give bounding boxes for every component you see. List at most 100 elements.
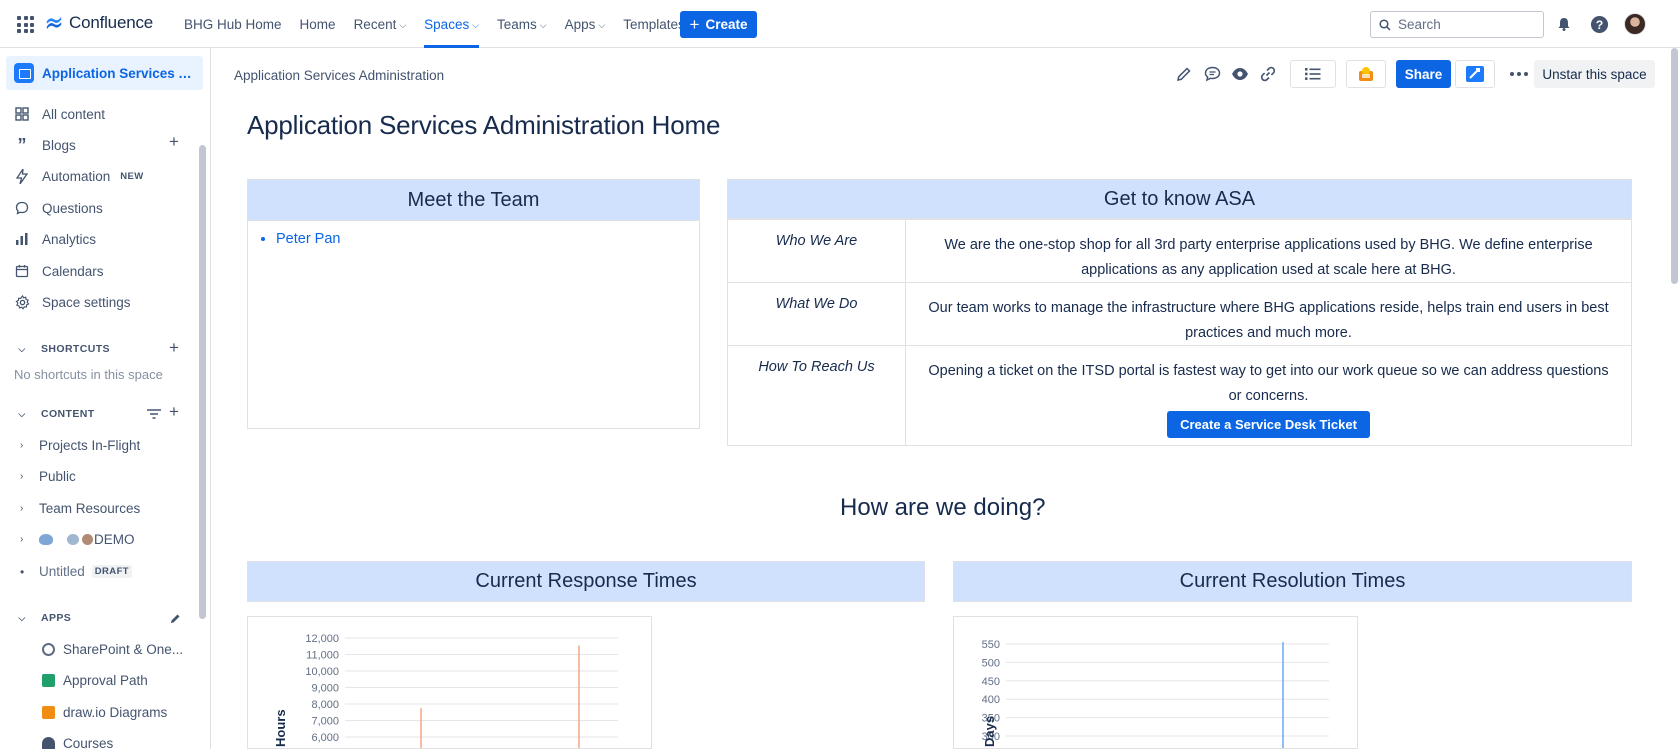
nav-label: Templates [623, 16, 685, 32]
sidebar-item-questions[interactable]: Questions [14, 198, 103, 218]
chevron-right-icon[interactable]: › [20, 534, 28, 545]
tree-item-untitled-draft[interactable]: • Untitled DRAFT [20, 564, 132, 579]
apps-section-header[interactable]: ⌵ APPS [13, 609, 71, 627]
sidebar-item-label: Calendars [42, 263, 104, 279]
nav-teams[interactable]: Teams ⌵ [488, 0, 556, 48]
link-icon[interactable] [1256, 62, 1280, 86]
notifications-bell-icon[interactable] [1554, 14, 1574, 34]
asa-heading: Get to know ASA [728, 180, 1631, 219]
app-approval-path[interactable]: Approval Path [42, 673, 148, 688]
team-member-link[interactable]: Peter Pan [276, 229, 699, 249]
sidebar-item-label: Blogs [42, 137, 76, 153]
tree-item-public[interactable]: › Public [20, 469, 76, 484]
chevron-down-icon[interactable]: ⌵ [13, 405, 31, 423]
search-input[interactable] [1398, 17, 1528, 32]
chevron-right-icon[interactable]: › [20, 440, 28, 451]
gear-icon [14, 294, 30, 310]
tree-item-demo[interactable]: › DEMO [20, 532, 135, 547]
asa-row-label: Who We Are [728, 220, 906, 282]
y-axis-label: Days [982, 716, 997, 747]
asa-row-who: Who We Are We are the one-stop shop for … [728, 219, 1631, 282]
add-shortcut-plus-icon[interactable]: + [169, 338, 179, 358]
main-nav: BHG Hub Home Home Recent ⌵ Spaces ⌵ Teams ⌵… [175, 0, 694, 48]
approval-path-icon [42, 674, 55, 687]
y-axis-label: Hours [273, 709, 288, 747]
app-courses[interactable]: Courses [42, 736, 113, 749]
sidebar-item-automation[interactable]: Automation NEW [14, 166, 144, 186]
page-scrollbar[interactable] [1671, 48, 1678, 284]
sharepoint-icon [42, 643, 55, 656]
content-heading: CONTENT [41, 408, 95, 420]
y-tick-label: 11,000 [306, 650, 339, 662]
chevron-right-icon[interactable]: › [20, 471, 28, 482]
content-section-header[interactable]: ⌵ CONTENT [13, 405, 95, 423]
sidebar-item-analytics[interactable]: Analytics [14, 229, 96, 249]
asa-row-text: Opening a ticket on the ITSD portal is f… [928, 363, 1609, 404]
grid-icon [14, 106, 30, 122]
app-label: draw.io Diagrams [63, 705, 168, 720]
create-service-desk-ticket-button[interactable]: Create a Service Desk Ticket [1167, 411, 1370, 438]
chevron-down-icon[interactable]: ⌵ [13, 340, 31, 358]
app-sharepoint[interactable]: SharePoint & One... [42, 642, 183, 657]
add-content-plus-icon[interactable]: + [169, 402, 179, 422]
user-avatar[interactable] [1624, 13, 1646, 35]
share-button[interactable]: Share [1396, 60, 1451, 88]
watch-eye-icon[interactable] [1228, 62, 1252, 86]
asa-row-how: How To Reach Us Opening a ticket on the … [728, 345, 1631, 446]
filter-icon[interactable] [146, 407, 162, 425]
main-content: Application Services Administration Shar… [212, 48, 1680, 749]
app-integration-button[interactable] [1346, 60, 1386, 88]
nav-bhg-hub-home[interactable]: BHG Hub Home [175, 0, 291, 48]
shortcuts-section-header[interactable]: ⌵ SHORTCUTS [13, 340, 110, 358]
app-switcher-icon[interactable] [17, 16, 34, 33]
y-tick-label: 12,000 [305, 633, 339, 645]
unstar-space-button[interactable]: Unstar this space [1534, 60, 1655, 88]
sidebar-scrollbar[interactable] [199, 145, 206, 619]
team-member-list: Peter Pan [248, 221, 699, 249]
drawio-icon [42, 706, 55, 719]
confluence-logo[interactable]: Confluence [45, 13, 153, 33]
sidebar-item-all-content[interactable]: All content [14, 104, 105, 124]
nav-label: Home [299, 16, 336, 32]
meet-the-team-panel: Meet the Team Peter Pan [247, 179, 700, 429]
sidebar-item-space-settings[interactable]: Space settings [14, 292, 131, 312]
breadcrumb[interactable]: Application Services Administration [234, 68, 444, 83]
search-box[interactable] [1370, 11, 1544, 38]
create-button[interactable]: + Create [680, 11, 757, 38]
app-logo-icon [1359, 67, 1373, 81]
table-of-contents-button[interactable] [1290, 60, 1336, 88]
tree-item-label: DEMO [94, 532, 135, 547]
create-label: Create [705, 17, 748, 32]
y-tick-label: 7,000 [311, 716, 339, 728]
nav-home[interactable]: Home [291, 0, 345, 48]
chevron-down-icon[interactable]: ⌵ [13, 609, 31, 627]
jira-integration-button[interactable] [1455, 60, 1495, 88]
nav-label: Spaces [424, 16, 470, 32]
nav-spaces[interactable]: Spaces ⌵ [415, 0, 488, 48]
space-header[interactable]: Application Services Administration [6, 56, 203, 90]
chevron-right-icon[interactable]: › [20, 503, 28, 514]
sidebar-item-calendars[interactable]: Calendars [14, 261, 104, 281]
help-icon[interactable]: ? [1589, 14, 1609, 34]
edit-pencil-icon[interactable] [1172, 62, 1196, 86]
asa-row-label: How To Reach Us [728, 346, 906, 446]
more-actions-icon[interactable] [1507, 62, 1531, 86]
app-label: SharePoint & One... [63, 642, 184, 657]
edit-pencil-icon[interactable] [170, 611, 181, 629]
response-times-chart: 6,000 7,000 8,000 9,000 10,000 11,000 12,000 Ho… [247, 616, 652, 749]
tree-item-projects-in-flight[interactable]: › Projects In-Flight [20, 438, 140, 453]
nav-apps[interactable]: Apps ⌵ [556, 0, 615, 48]
tree-item-team-resources[interactable]: › Team Resources [20, 501, 140, 516]
app-drawio[interactable]: draw.io Diagrams [42, 705, 167, 720]
sidebar-item-label: Space settings [42, 294, 131, 310]
space-name: Application Services Administration [42, 65, 197, 81]
resolution-times-header: Current Resolution Times [953, 561, 1632, 602]
top-navigation-bar: Confluence BHG Hub Home Home Recent ⌵ Spa… [0, 0, 1680, 48]
response-times-header: Current Response Times [247, 561, 925, 602]
comment-icon[interactable] [1200, 62, 1224, 86]
shortcuts-empty-text: No shortcuts in this space [14, 367, 163, 382]
resolution-times-heading: Current Resolution Times [953, 561, 1632, 602]
nav-recent[interactable]: Recent ⌵ [345, 0, 416, 48]
sidebar-item-blogs[interactable]: ” Blogs [14, 135, 76, 155]
add-blog-plus-icon[interactable]: + [169, 132, 179, 152]
